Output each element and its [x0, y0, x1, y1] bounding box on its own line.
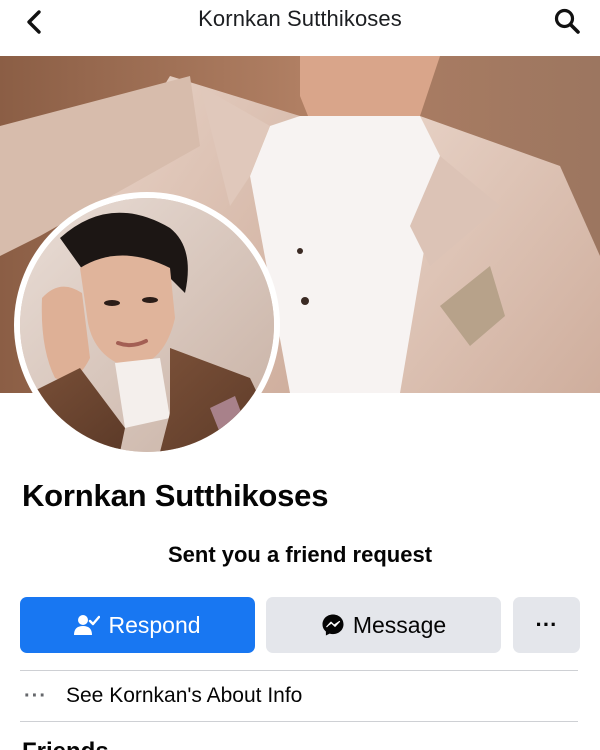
friends-section-heading: Friends [22, 738, 142, 750]
message-button[interactable]: Message [266, 597, 501, 653]
respond-label: Respond [108, 611, 201, 638]
top-bar: Kornkan Sutthikoses [0, 0, 600, 56]
profile-picture[interactable] [14, 192, 280, 458]
more-horizontal-icon: ··· [24, 684, 47, 707]
profile-name: Kornkan Sutthikoses [22, 478, 329, 513]
avatar [20, 198, 274, 452]
search-icon [553, 7, 581, 40]
page-title: Kornkan Sutthikoses [198, 6, 402, 31]
divider [20, 721, 578, 722]
message-label: Message [352, 611, 447, 638]
messenger-icon [321, 613, 345, 637]
search-button[interactable] [550, 6, 584, 40]
friend-request-status: Sent you a friend request [167, 542, 433, 567]
about-info-label: See Kornkan's About Info [66, 684, 303, 707]
see-about-info-link[interactable]: ··· See Kornkan's About Info [20, 671, 578, 721]
friends-heading: Friends [22, 738, 109, 750]
person-check-icon [74, 614, 101, 636]
action-buttons: Respond Message ··· [20, 597, 580, 653]
more-options-button[interactable]: ··· [513, 597, 580, 653]
more-dots-icon: ··· [535, 612, 558, 637]
respond-button[interactable]: Respond [20, 597, 255, 653]
